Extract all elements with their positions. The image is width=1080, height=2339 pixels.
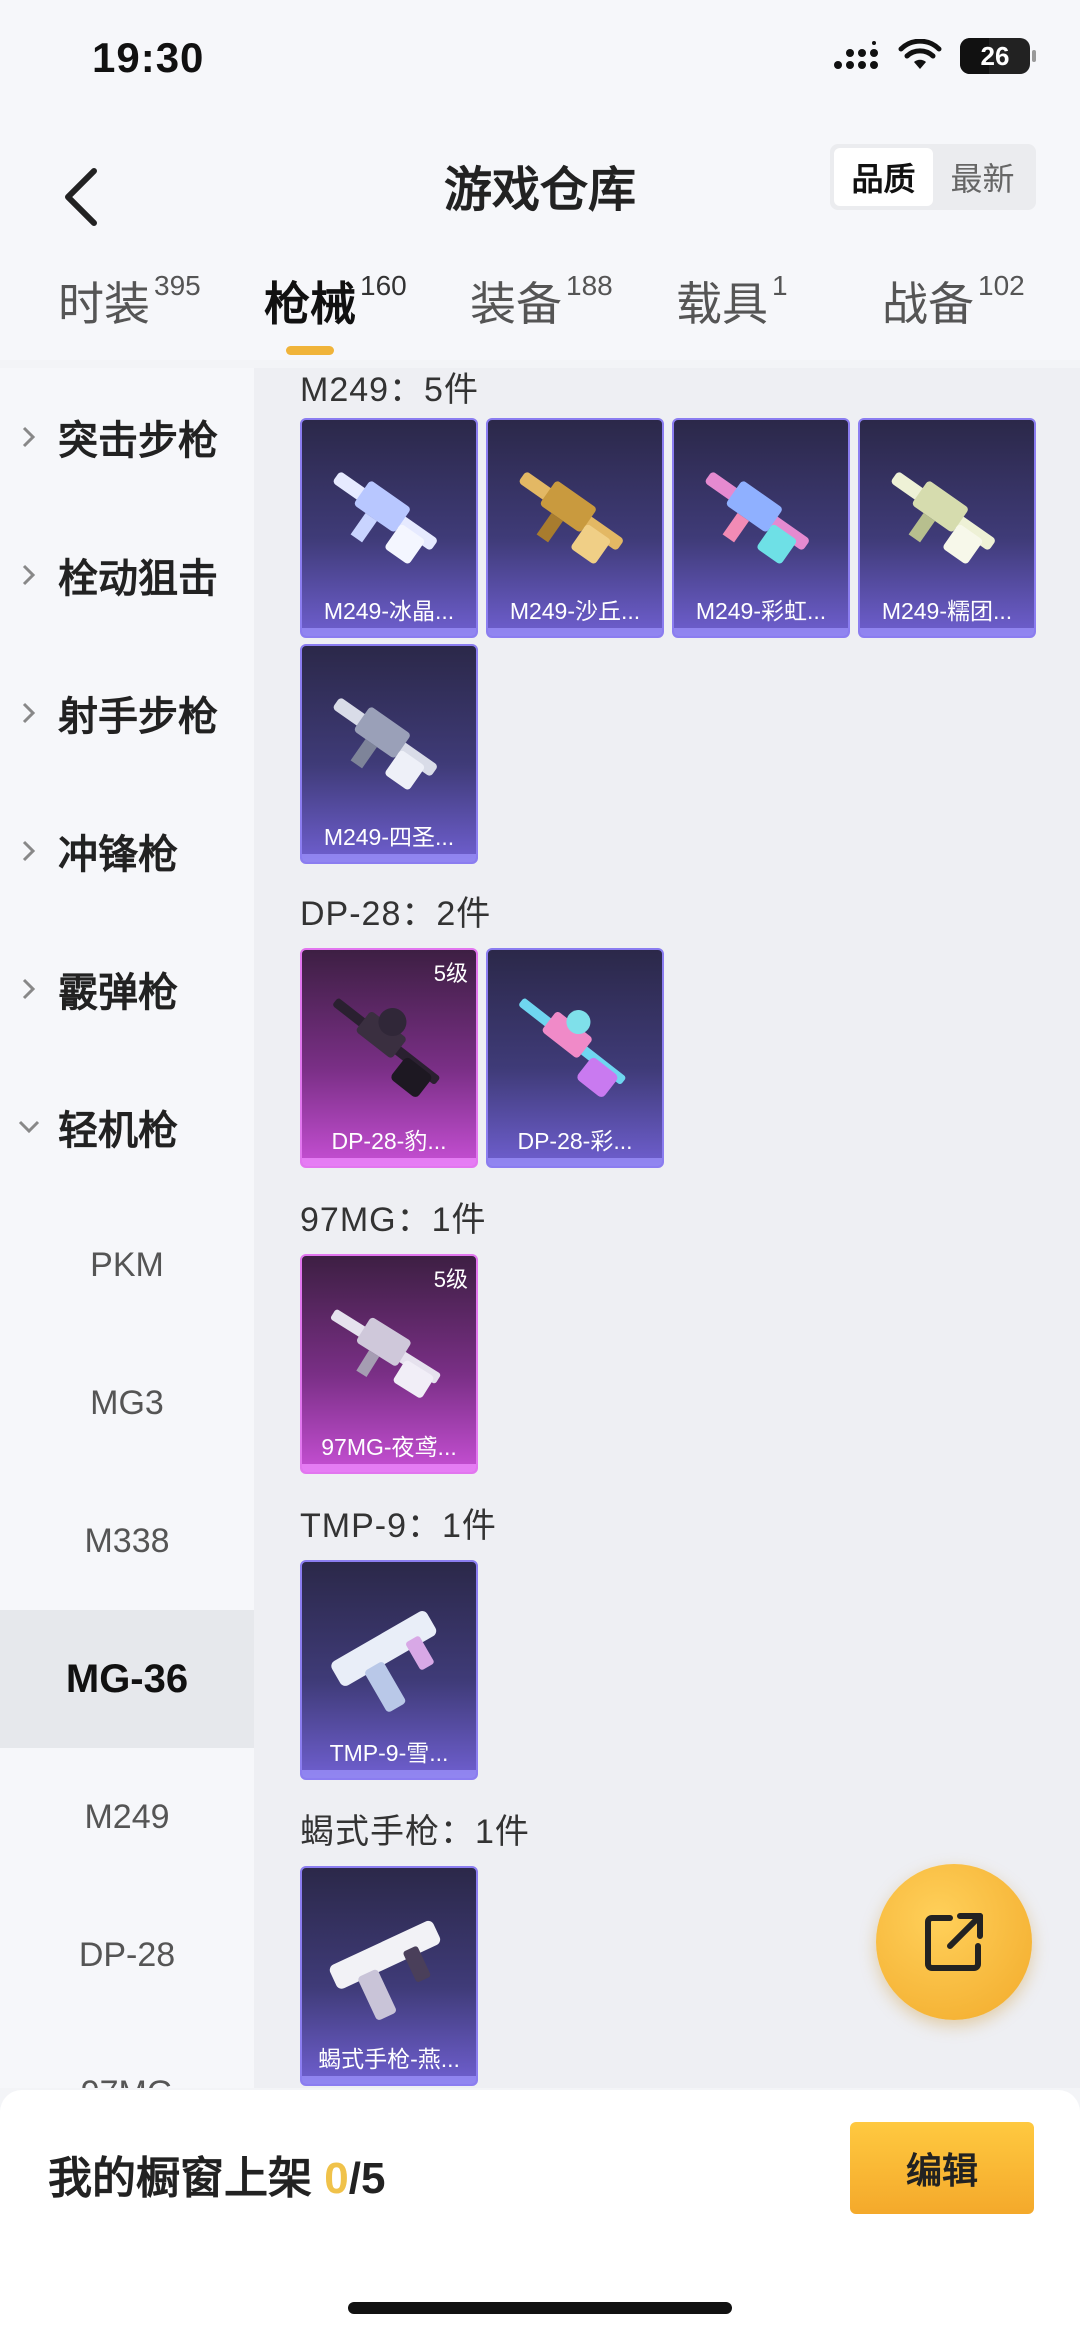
weapon-card[interactable]: 5级 97MG-夜鸢... [300,1254,478,1474]
tab-count: 1 [772,270,788,301]
weapon-list[interactable]: M249：5件 M249-冰晶... M249-沙丘... M249-彩虹...… [254,368,1080,2088]
sidebar-category-assault-rifle[interactable]: 突击步枪 [0,368,254,506]
edit-button[interactable]: 编辑 [850,2122,1034,2214]
weapon-name: DP-28-豹... [331,1128,447,1154]
weapon-name: M249-四圣... [323,824,455,850]
chevron-right-icon [0,977,58,1001]
weapon-name: 97MG-夜鸢... [321,1434,457,1460]
tab-label: 枪械 [264,278,356,330]
tab-count: 160 [360,270,407,301]
chevron-right-icon [0,839,58,863]
weapon-skin-icon [519,998,626,1097]
sidebar-category-label: 突击步枪 [58,419,218,463]
weapon-card[interactable]: M249-四圣... [300,644,478,864]
active-tab-indicator [286,346,334,355]
weapon-name: DP-28-彩... [517,1128,633,1154]
sidebar-item-mg3[interactable]: MG3 [0,1334,254,1472]
weapon-name: M249-糯团... [881,598,1013,624]
weapon-card[interactable]: DP-28-彩... [486,948,664,1168]
weapon-card[interactable]: M249-糯团... [858,418,1036,638]
group-title-tmp9: TMP-9：1件 [300,1507,497,1545]
sort-quality-button[interactable]: 品质 [834,148,933,206]
status-time: 19:30 [92,34,205,81]
status-bar: 19:30 26 [0,0,1080,120]
sidebar-category-bolt-sniper[interactable]: 栓动狙击 [0,506,254,644]
weapon-skin-icon [333,998,440,1097]
group-title-dp28: DP-28：2件 [300,895,492,933]
battery-level-text: 26 [980,41,1010,71]
wifi-icon [898,39,942,69]
tab-label: 装备 [470,278,562,330]
weapon-skin-icon [891,472,995,564]
showcase-total: /5 [348,2154,386,2203]
tab-fashion[interactable]: 时装 395 [58,268,201,360]
chevron-right-icon [0,563,58,587]
share-button[interactable] [876,1864,1032,2020]
weapon-card[interactable]: TMP-9-雪... [300,1560,478,1780]
sidebar: 突击步枪 栓动狙击 射手步枪 冲锋枪 霰弹枪 轻机枪 PKM MG3 M338 … [0,368,254,2088]
sidebar-category-marksman-rifle[interactable]: 射手步枪 [0,644,254,782]
tab-count: 395 [154,270,201,301]
chevron-down-icon [0,1119,58,1135]
sidebar-category-label: 冲锋枪 [58,833,178,877]
tab-firearms[interactable]: 枪械 160 [264,268,407,360]
tab-count: 188 [566,270,613,301]
weapon-skin-icon [331,1611,437,1712]
group-title-m249: M249：5件 [300,371,479,409]
weapon-card[interactable]: 蝎式手枪-燕... [300,1866,478,2086]
category-tabs: 时装 395 枪械 160 装备 188 载具 1 战备 102 [0,268,1080,360]
weapon-skin-icon [519,472,623,564]
sidebar-category-label: 轻机枪 [58,1109,178,1153]
weapon-skin-icon [333,698,437,790]
sidebar-category-label: 栓动狙击 [58,557,218,601]
weapon-skin-icon [333,472,437,564]
weapon-card[interactable]: M249-彩虹... [672,418,850,638]
weapon-card[interactable]: M249-冰晶... [300,418,478,638]
status-icons: 26 [832,38,1036,74]
weapon-skin-icon [705,472,809,564]
sort-newest-button[interactable]: 最新 [933,148,1032,206]
weapon-skin-icon [330,1309,441,1398]
weapon-name: TMP-9-雪... [329,1740,449,1766]
showcase-count: 0 [324,2154,349,2203]
group-title-97mg: 97MG：1件 [300,1201,487,1239]
tab-label: 载具 [676,278,768,330]
sidebar-item-pkm[interactable]: PKM [0,1196,254,1334]
tab-vehicles[interactable]: 载具 1 [676,268,788,360]
battery-icon: 26 [960,38,1036,74]
sidebar-category-label: 射手步枪 [58,695,218,739]
sidebar-item-dp28[interactable]: DP-28 [0,1886,254,2024]
signal-icon [834,41,878,69]
weapon-name: M249-冰晶... [323,598,455,624]
sidebar-item-m249[interactable]: M249 [0,1748,254,1886]
chevron-right-icon [0,701,58,725]
sidebar-category-smg[interactable]: 冲锋枪 [0,782,254,920]
sidebar-item-m338[interactable]: M338 [0,1472,254,1610]
tab-equipment[interactable]: 装备 188 [470,268,613,360]
sort-toggle: 品质 最新 [830,144,1036,210]
sidebar-item-97mg[interactable]: 97MG [0,2024,254,2089]
weapon-name: M249-沙丘... [509,598,641,624]
sidebar-category-label: 霰弹枪 [58,971,178,1015]
tab-supplies[interactable]: 战备 102 [882,268,1025,360]
tab-label: 时装 [58,278,150,330]
weapon-name: 蝎式手枪-燕... [318,2046,460,2072]
weapon-name: M249-彩虹... [695,598,827,624]
home-indicator [348,2302,732,2314]
showcase-label-text: 我的橱窗上架 [48,2154,325,2203]
tab-count: 102 [978,270,1025,301]
tab-label: 战备 [882,278,974,330]
showcase-status: 我的橱窗上架 0/5 [48,2142,385,2206]
chevron-right-icon [0,425,58,449]
share-icon [925,1913,983,1971]
header: 游戏仓库 品质 最新 时装 395 枪械 160 装备 188 载具 1 战备 102 [0,120,1080,360]
weapon-skin-icon [329,1920,441,2020]
sidebar-item-mg36[interactable]: MG-36 [0,1610,254,1748]
weapon-card[interactable]: M249-沙丘... [486,418,664,638]
weapon-card[interactable]: 5级 DP-28-豹... [300,948,478,1168]
sidebar-category-shotgun[interactable]: 霰弹枪 [0,920,254,1058]
group-title-skorpion: 蝎式手枪：1件 [300,1813,530,1851]
sidebar-category-lmg[interactable]: 轻机枪 [0,1058,254,1196]
